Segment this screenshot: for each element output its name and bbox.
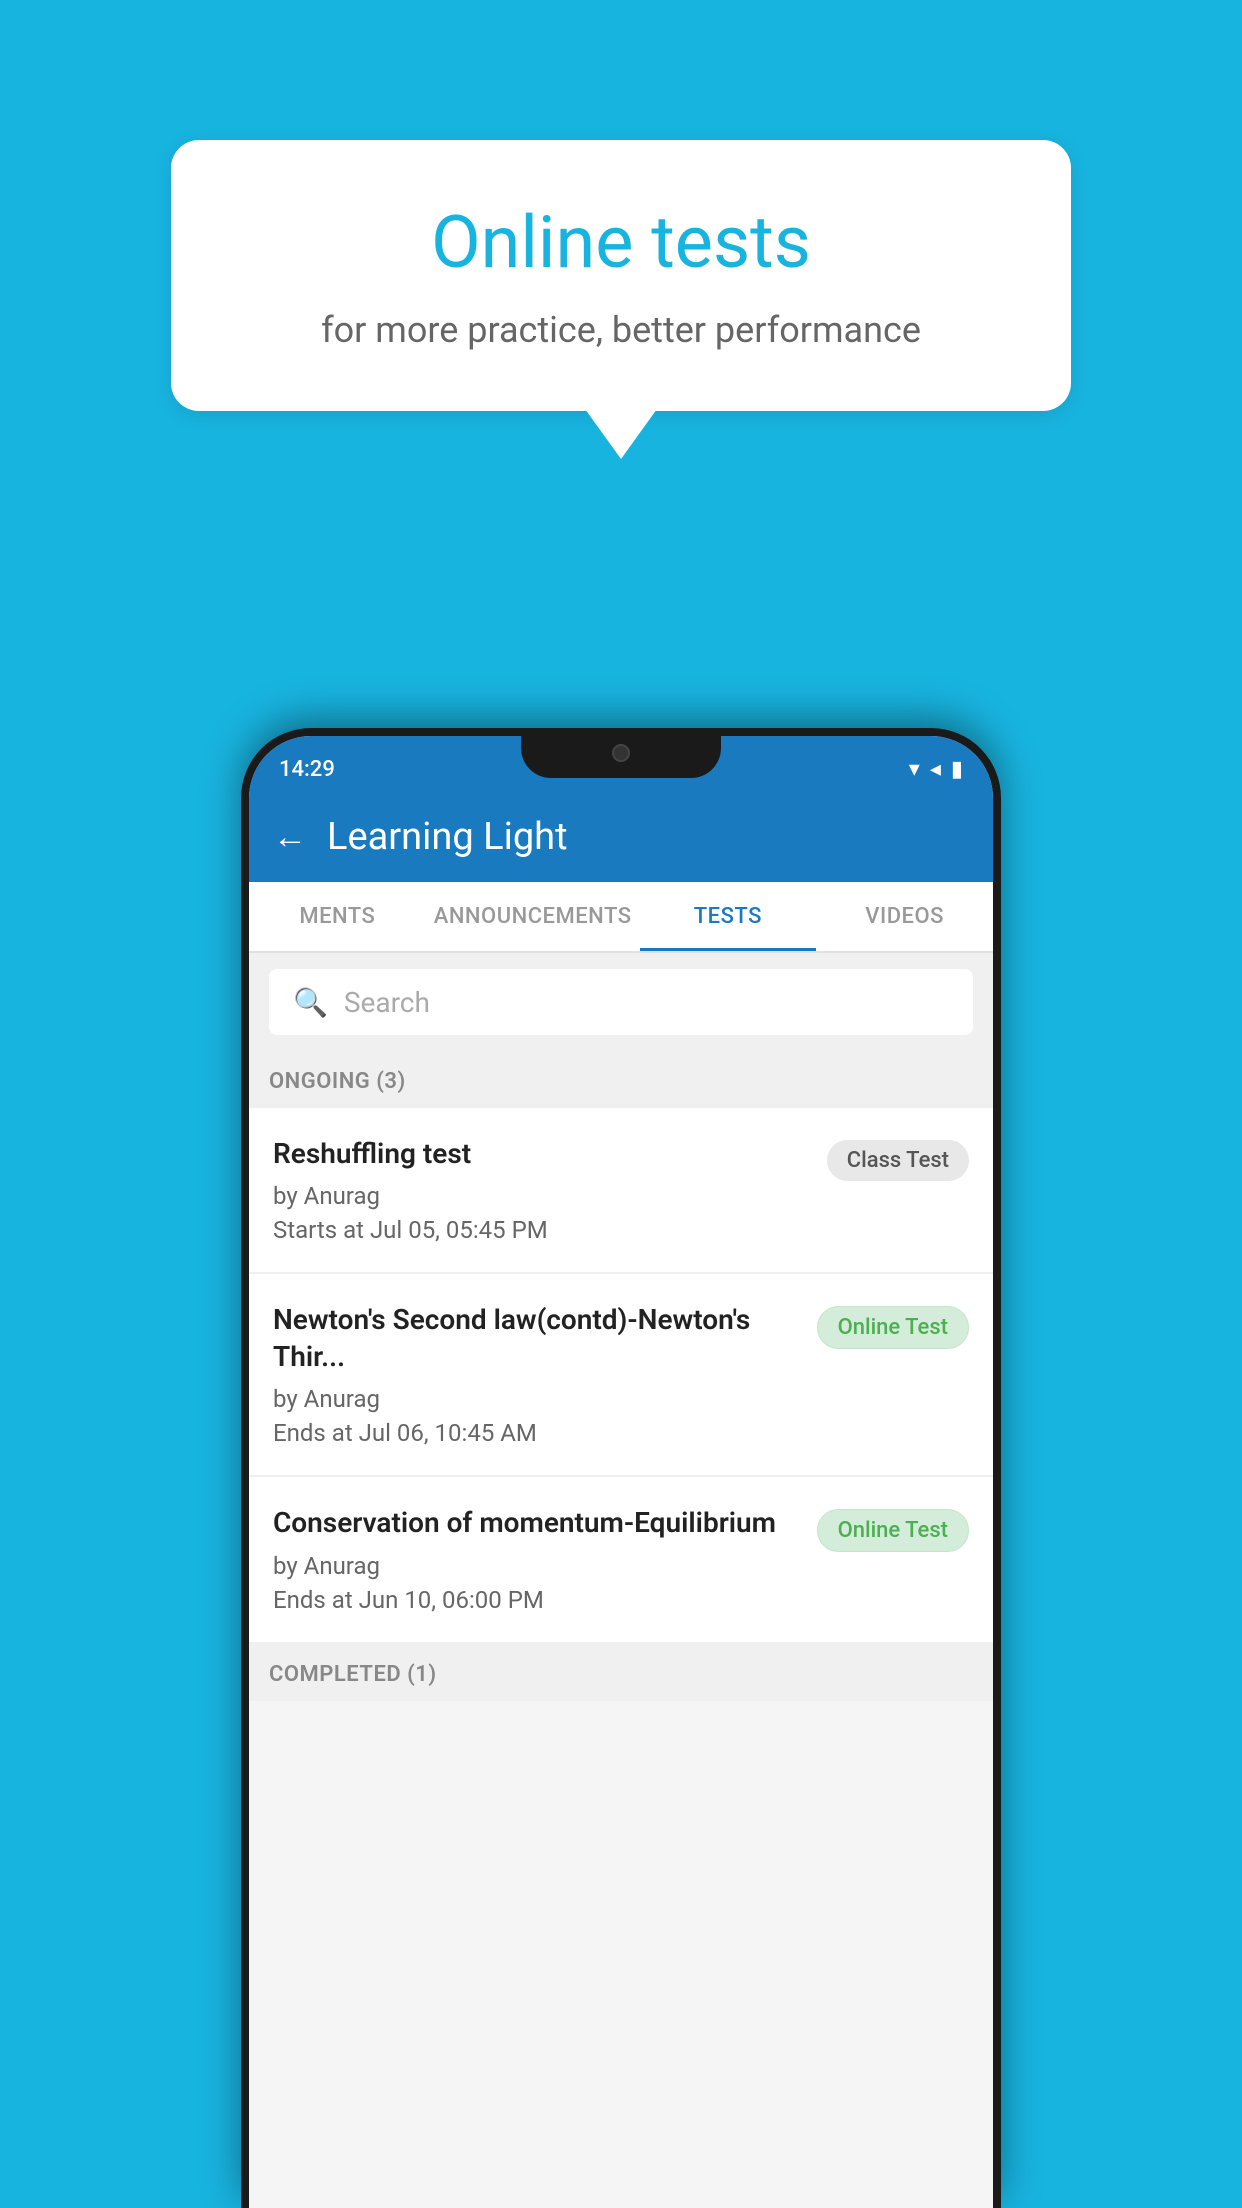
signal-icon: ◂ xyxy=(930,757,941,782)
test-time-3: Ends at Jun 10, 06:00 PM xyxy=(273,1586,801,1614)
search-bar[interactable]: 🔍 Search xyxy=(269,969,973,1035)
test-name-2: Newton's Second law(contd)-Newton's Thir… xyxy=(273,1302,801,1375)
test-author-3: by Anurag xyxy=(273,1552,801,1580)
test-badge-2: Online Test xyxy=(817,1306,969,1349)
phone-container: 14:29 ▾ ◂ ▮ ← Learning Light MENTS ANNOU… xyxy=(241,728,1001,2208)
test-item-3[interactable]: Conservation of momentum-Equilibrium by … xyxy=(249,1477,993,1641)
tab-tests[interactable]: TESTS xyxy=(640,882,817,951)
app-title: Learning Light xyxy=(327,815,568,859)
test-badge-1: Class Test xyxy=(827,1140,969,1181)
phone-screen: 14:29 ▾ ◂ ▮ ← Learning Light MENTS ANNOU… xyxy=(249,736,993,2208)
phone-notch xyxy=(521,728,721,778)
completed-section-header: COMPLETED (1) xyxy=(249,1644,993,1701)
promo-subtitle: for more practice, better performance xyxy=(251,309,991,351)
battery-icon: ▮ xyxy=(951,757,963,782)
status-icons: ▾ ◂ ▮ xyxy=(909,757,963,782)
promo-section: Online tests for more practice, better p… xyxy=(171,140,1071,411)
tab-videos[interactable]: VIDEOS xyxy=(816,882,993,951)
test-item-2[interactable]: Newton's Second law(contd)-Newton's Thir… xyxy=(249,1274,993,1475)
test-author-1: by Anurag xyxy=(273,1182,811,1210)
tab-announcements[interactable]: ANNOUNCEMENTS xyxy=(426,882,640,951)
test-time-1: Starts at Jul 05, 05:45 PM xyxy=(273,1216,811,1244)
app-header: ← Learning Light xyxy=(249,792,993,882)
tab-ments[interactable]: MENTS xyxy=(249,882,426,951)
status-time: 14:29 xyxy=(279,757,335,782)
test-info-3: Conservation of momentum-Equilibrium by … xyxy=(273,1505,801,1613)
tab-bar: MENTS ANNOUNCEMENTS TESTS VIDEOS xyxy=(249,882,993,953)
test-author-2: by Anurag xyxy=(273,1385,801,1413)
test-time-2: Ends at Jul 06, 10:45 AM xyxy=(273,1419,801,1447)
search-container: 🔍 Search xyxy=(249,953,993,1051)
test-info-2: Newton's Second law(contd)-Newton's Thir… xyxy=(273,1302,801,1447)
phone-camera xyxy=(612,744,630,762)
test-item-1[interactable]: Reshuffling test by Anurag Starts at Jul… xyxy=(249,1108,993,1272)
back-button[interactable]: ← xyxy=(273,817,307,857)
test-name-1: Reshuffling test xyxy=(273,1136,811,1172)
content-area: ONGOING (3) Reshuffling test by Anurag S… xyxy=(249,1051,993,1701)
test-name-3: Conservation of momentum-Equilibrium xyxy=(273,1505,801,1541)
phone-frame: 14:29 ▾ ◂ ▮ ← Learning Light MENTS ANNOU… xyxy=(241,728,1001,2208)
test-badge-3: Online Test xyxy=(817,1509,969,1552)
test-info-1: Reshuffling test by Anurag Starts at Jul… xyxy=(273,1136,811,1244)
promo-title: Online tests xyxy=(251,200,991,285)
speech-bubble: Online tests for more practice, better p… xyxy=(171,140,1071,411)
ongoing-section-header: ONGOING (3) xyxy=(249,1051,993,1108)
search-placeholder: Search xyxy=(344,986,430,1019)
wifi-icon: ▾ xyxy=(909,757,920,782)
search-icon: 🔍 xyxy=(293,986,328,1019)
